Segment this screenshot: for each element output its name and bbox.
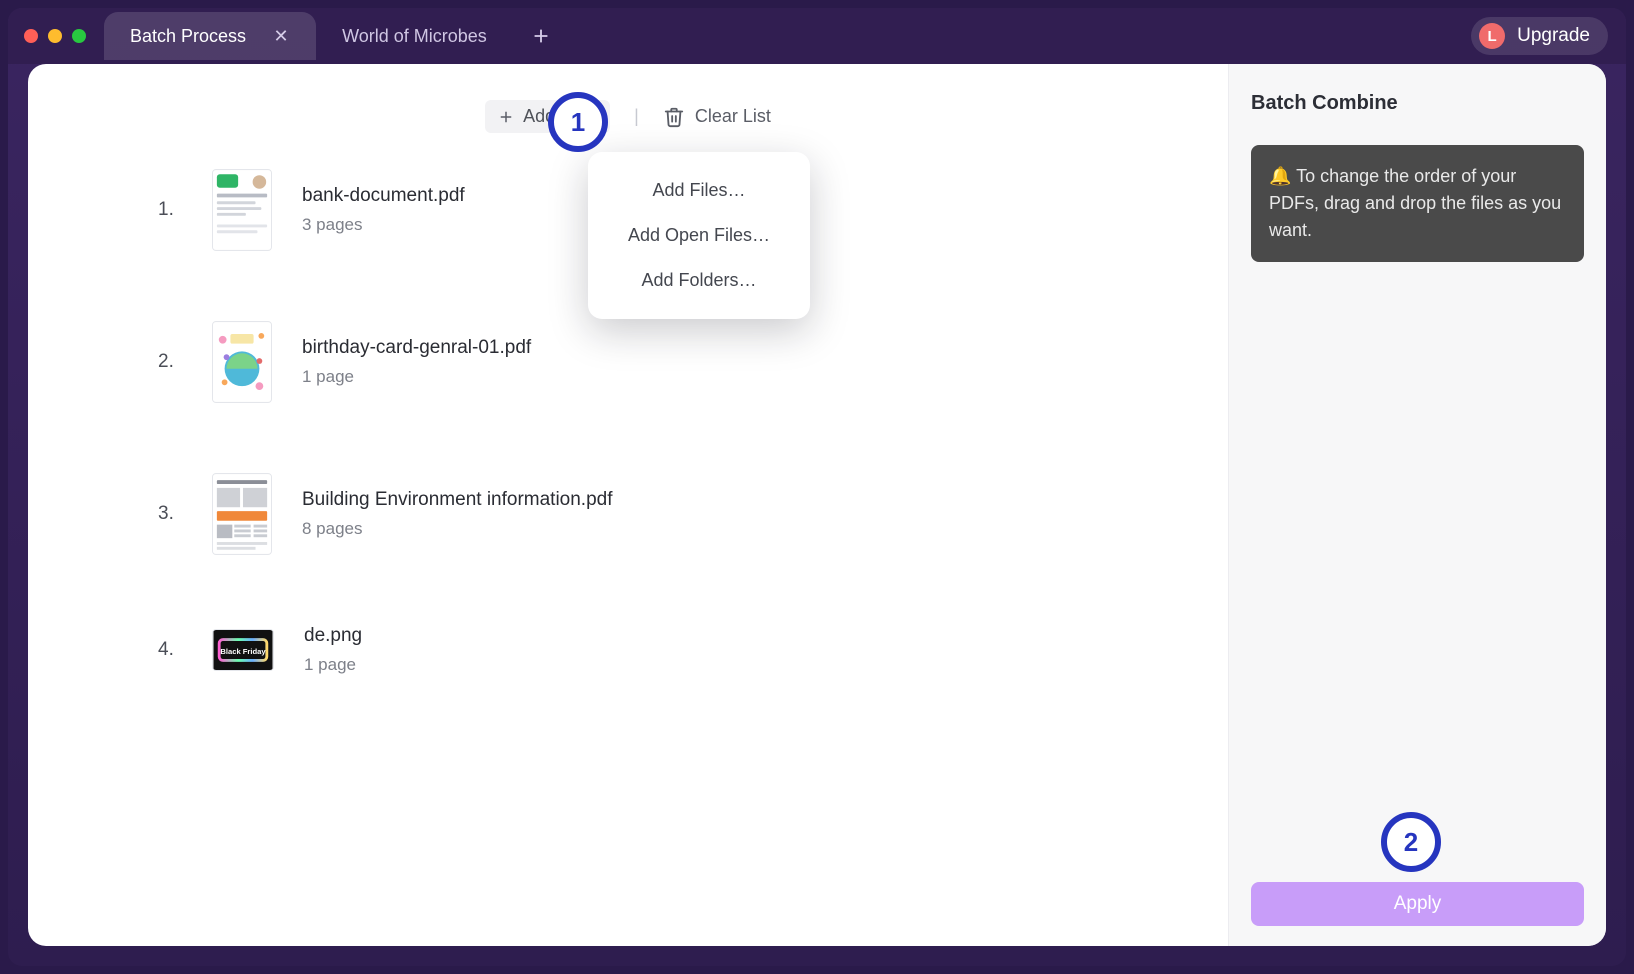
dropdown-item-add-folders[interactable]: Add Folders… bbox=[588, 258, 810, 303]
file-meta: bank-document.pdf 3 pages bbox=[302, 185, 465, 235]
clear-list-button[interactable]: Clear List bbox=[663, 106, 771, 128]
toolbar-divider: | bbox=[634, 106, 639, 127]
callout-1: 1 bbox=[548, 92, 608, 152]
file-thumbnail bbox=[212, 321, 272, 403]
side-panel-title: Batch Combine bbox=[1251, 92, 1584, 115]
hint-box: 🔔 To change the order of your PDFs, drag… bbox=[1251, 145, 1584, 262]
file-thumbnail bbox=[212, 169, 272, 251]
upgrade-button[interactable]: L Upgrade bbox=[1471, 17, 1608, 55]
ordinal: 3. bbox=[158, 503, 182, 525]
maximize-window-button[interactable] bbox=[72, 29, 86, 43]
avatar: L bbox=[1479, 23, 1505, 49]
ordinal: 1. bbox=[158, 199, 182, 221]
dropdown-item-add-open-files[interactable]: Add Open Files… bbox=[588, 213, 810, 258]
apply-label: Apply bbox=[1394, 893, 1442, 915]
ordinal: 2. bbox=[158, 351, 182, 373]
file-name: de.png bbox=[304, 625, 362, 647]
file-meta: birthday-card-genral-01.pdf 1 page bbox=[302, 337, 531, 387]
list-item[interactable]: 4. Black Friday de.png 1 page bbox=[158, 625, 1148, 675]
file-pages: 1 page bbox=[302, 367, 531, 387]
content-area: Add Files | Clear List 1 Add Files… Add … bbox=[28, 64, 1606, 946]
tab-world-of-microbes[interactable]: World of Microbes bbox=[316, 12, 513, 60]
window-controls bbox=[24, 29, 86, 43]
file-meta: Building Environment information.pdf 8 p… bbox=[302, 489, 613, 539]
hint-text: 🔔 To change the order of your PDFs, drag… bbox=[1269, 166, 1561, 240]
apply-button[interactable]: Apply bbox=[1251, 882, 1584, 926]
minimize-window-button[interactable] bbox=[48, 29, 62, 43]
titlebar: Batch Process ✕ World of Microbes L Upgr… bbox=[8, 8, 1626, 64]
tab-label: Batch Process bbox=[130, 26, 246, 47]
svg-text:Black Friday: Black Friday bbox=[220, 647, 266, 656]
tab-label: World of Microbes bbox=[342, 26, 487, 47]
list-item[interactable]: 2. birthday-card-genral-01.pdf 1 page bbox=[158, 321, 1148, 403]
file-name: Building Environment information.pdf bbox=[302, 489, 613, 511]
ordinal: 4. bbox=[158, 639, 182, 661]
file-pages: 8 pages bbox=[302, 519, 613, 539]
app-window: Batch Process ✕ World of Microbes L Upgr… bbox=[8, 8, 1626, 966]
tab-strip: Batch Process ✕ World of Microbes bbox=[104, 8, 559, 64]
file-meta: de.png 1 page bbox=[304, 625, 362, 675]
file-name: birthday-card-genral-01.pdf bbox=[302, 337, 531, 359]
file-name: bank-document.pdf bbox=[302, 185, 465, 207]
toolbar: Add Files | Clear List bbox=[28, 100, 1228, 133]
add-files-dropdown: Add Files… Add Open Files… Add Folders… bbox=[588, 152, 810, 319]
tab-batch-process[interactable]: Batch Process ✕ bbox=[104, 12, 316, 60]
file-thumbnail: Black Friday bbox=[212, 629, 274, 671]
file-pages: 3 pages bbox=[302, 215, 465, 235]
plus-icon bbox=[497, 108, 515, 126]
file-pages: 1 page bbox=[304, 655, 362, 675]
close-tab-icon[interactable]: ✕ bbox=[272, 27, 290, 45]
callout-2: 2 bbox=[1381, 812, 1441, 872]
clear-list-label: Clear List bbox=[695, 106, 771, 127]
main-panel: Add Files | Clear List 1 Add Files… Add … bbox=[28, 64, 1228, 946]
new-tab-button[interactable] bbox=[523, 18, 559, 54]
file-thumbnail bbox=[212, 473, 272, 555]
dropdown-item-add-files[interactable]: Add Files… bbox=[588, 168, 810, 213]
list-item[interactable]: 3. Building Environment information.pdf … bbox=[158, 473, 1148, 555]
trash-icon bbox=[663, 106, 685, 128]
upgrade-label: Upgrade bbox=[1517, 25, 1590, 47]
close-window-button[interactable] bbox=[24, 29, 38, 43]
side-panel: Batch Combine 🔔 To change the order of y… bbox=[1228, 64, 1606, 946]
